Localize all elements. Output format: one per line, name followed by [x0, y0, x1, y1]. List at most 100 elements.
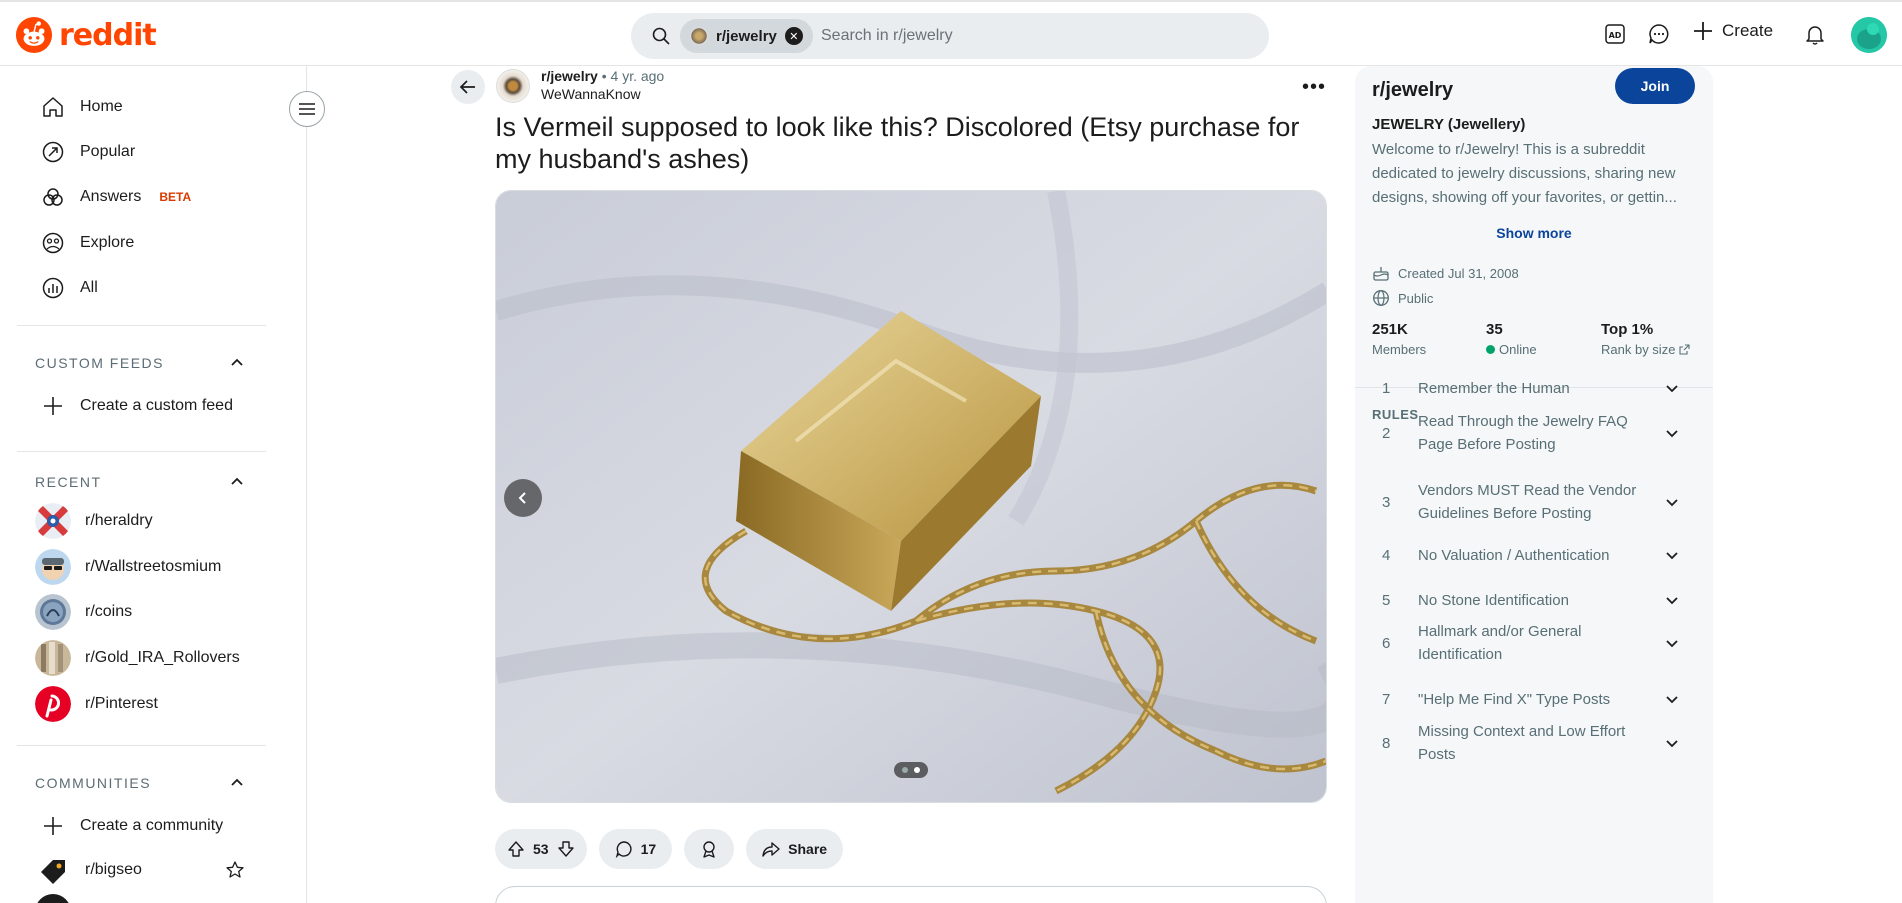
- post-meta: r/jewelry • 4 yr. ago WeWannaKnow: [541, 68, 664, 102]
- recent-label: r/Pinterest: [85, 695, 158, 712]
- rule-number: 7: [1382, 690, 1391, 708]
- rule-item[interactable]: 6 Hallmark and/or General Identification: [1382, 620, 1682, 666]
- community-icon: [35, 894, 71, 903]
- rule-item[interactable]: 1 Remember the Human: [1382, 375, 1682, 401]
- nav-all[interactable]: All: [40, 274, 98, 302]
- subreddit-avatar[interactable]: [496, 69, 530, 103]
- post-author-link[interactable]: WeWannaKnow: [541, 86, 664, 102]
- chevron-down-icon[interactable]: [1662, 425, 1682, 441]
- recent-heading[interactable]: RECENT: [35, 474, 102, 490]
- stat-label: Rank by size: [1601, 342, 1690, 357]
- rule-item[interactable]: 4 No Valuation / Authentication: [1382, 542, 1682, 568]
- chevron-down-icon[interactable]: [1662, 547, 1682, 563]
- rule-item[interactable]: 2 Read Through the Jewelry FAQ Page Befor…: [1382, 410, 1682, 456]
- rule-item[interactable]: 5 No Stone Identification: [1382, 587, 1682, 613]
- rule-item[interactable]: 3 Vendors MUST Read the Vendor Guidelines…: [1382, 479, 1682, 525]
- post-overflow-menu-icon[interactable]: •••: [1302, 76, 1326, 99]
- chat-icon[interactable]: [1647, 22, 1671, 46]
- chevron-down-icon[interactable]: [1662, 380, 1682, 396]
- rule-item[interactable]: 8 Missing Context and Low Effort Posts: [1382, 720, 1682, 766]
- recent-item-gold-ira[interactable]: r/Gold_IRA_Rollovers: [35, 640, 240, 676]
- comments-button[interactable]: 17: [598, 829, 673, 869]
- create-community[interactable]: Create a community: [40, 812, 223, 840]
- comment-icon: [615, 841, 632, 858]
- reddit-logo[interactable]: reddit: [15, 16, 157, 54]
- snoo-avatar-icon: [1851, 17, 1887, 53]
- post-subreddit-link[interactable]: r/jewelry: [541, 68, 598, 84]
- home-icon: [40, 94, 66, 120]
- create-custom-feed-label: Create a custom feed: [80, 397, 233, 414]
- vote-control: 53: [495, 829, 587, 869]
- rule-text: Vendors MUST Read the Vendor Guidelines …: [1418, 482, 1637, 522]
- chevron-down-icon[interactable]: [1662, 592, 1682, 608]
- back-button[interactable]: [451, 70, 485, 104]
- chevron-down-icon[interactable]: [1662, 691, 1682, 707]
- gallery-previous-button[interactable]: [504, 479, 542, 517]
- share-button[interactable]: Share: [746, 829, 844, 869]
- user-avatar[interactable]: [1851, 17, 1887, 53]
- cake-icon: [1373, 267, 1389, 281]
- nav-explore[interactable]: Explore: [40, 229, 134, 257]
- stat-value: Top 1%: [1601, 321, 1654, 338]
- chevron-left-icon: [518, 492, 526, 504]
- award-button[interactable]: [684, 829, 735, 869]
- stat-value: 251K: [1372, 321, 1408, 338]
- recent-item-wallstreetosmium[interactable]: r/Wallstreetosmium: [35, 549, 221, 585]
- gallery-dot-active[interactable]: [914, 767, 920, 773]
- recent-label: r/heraldry: [85, 512, 153, 529]
- create-custom-feed[interactable]: Create a custom feed: [40, 392, 233, 420]
- rule-text: No Stone Identification: [1418, 591, 1569, 609]
- meta-separator: •: [601, 68, 611, 84]
- visibility-label: Public: [1398, 290, 1434, 306]
- community-description: Welcome to r/Jewelry! This is a subreddi…: [1372, 141, 1677, 206]
- chevron-up-icon[interactable]: [230, 775, 244, 789]
- communities-heading[interactable]: COMMUNITIES: [35, 775, 151, 791]
- menu-icon: [299, 103, 315, 115]
- nav-popular[interactable]: Popular: [40, 138, 135, 166]
- community-item-partial[interactable]: [35, 894, 71, 903]
- nav-home[interactable]: Home: [40, 93, 123, 121]
- clear-scope-icon[interactable]: ✕: [784, 27, 803, 45]
- star-icon[interactable]: [225, 860, 245, 880]
- stat-rank[interactable]: Top 1% Rank by size: [1601, 321, 1690, 357]
- show-more-link[interactable]: Show more: [1355, 225, 1713, 241]
- community-title[interactable]: r/jewelry: [1372, 79, 1453, 102]
- chevron-up-icon[interactable]: [230, 474, 244, 488]
- create-post-button[interactable]: Create: [1692, 20, 1773, 42]
- post-image-gallery[interactable]: [495, 190, 1327, 803]
- join-button[interactable]: Join: [1615, 68, 1695, 104]
- search-input[interactable]: [821, 13, 1241, 59]
- comment-count: 17: [640, 841, 657, 857]
- chevron-up-icon[interactable]: [230, 355, 244, 369]
- all-icon: [40, 275, 66, 301]
- nav-label: Answers: [80, 188, 142, 205]
- chevron-down-icon[interactable]: [1662, 735, 1682, 751]
- downvote-icon[interactable]: [557, 840, 575, 858]
- recent-item-pinterest[interactable]: r/Pinterest: [35, 686, 158, 722]
- subreddit-avatar: [690, 27, 708, 45]
- recent-item-heraldry[interactable]: r/heraldry: [35, 503, 153, 539]
- add-comment-input[interactable]: [495, 886, 1327, 903]
- upvote-icon[interactable]: [507, 840, 525, 858]
- chevron-down-icon[interactable]: [1662, 494, 1682, 510]
- search-bar[interactable]: r/jewelry ✕: [631, 13, 1269, 59]
- community-full-name: JEWELRY (Jewellery): [1372, 116, 1526, 133]
- reddit-snoo-icon: [15, 16, 53, 54]
- custom-feeds-heading[interactable]: CUSTOM FEEDS: [35, 355, 164, 371]
- advertise-icon[interactable]: AD: [1603, 22, 1627, 46]
- rule-number: 1: [1382, 379, 1391, 397]
- nav-label: All: [80, 279, 98, 296]
- search-scope-chip[interactable]: r/jewelry ✕: [680, 19, 813, 53]
- gallery-dot[interactable]: [902, 767, 908, 773]
- nav-answers[interactable]: Answers BETA: [40, 183, 191, 211]
- community-label: r/bigseo: [85, 861, 142, 878]
- chevron-down-icon[interactable]: [1662, 635, 1682, 651]
- recent-item-coins[interactable]: r/coins: [35, 594, 132, 630]
- community-item-bigseo[interactable]: r/bigseo: [35, 852, 245, 888]
- create-community-label: Create a community: [80, 817, 224, 834]
- notification-bell-icon[interactable]: [1803, 22, 1827, 46]
- rule-item[interactable]: 7 "Help Me Find X" Type Posts: [1382, 686, 1682, 712]
- explore-icon: [40, 230, 66, 256]
- search-scope-label: r/jewelry: [716, 27, 777, 45]
- collapse-sidebar-button[interactable]: [289, 91, 325, 127]
